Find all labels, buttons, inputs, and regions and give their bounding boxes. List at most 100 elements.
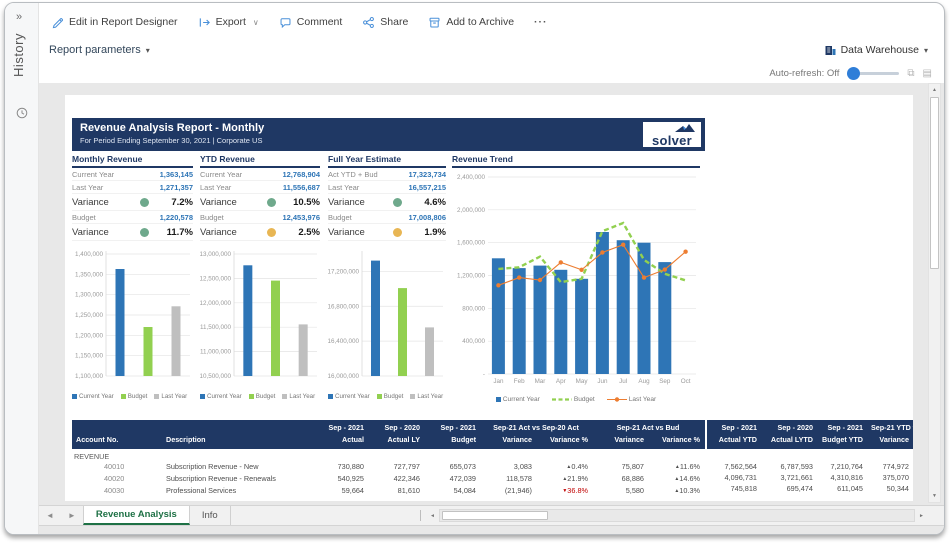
variance-value: 7.2% [149,197,193,208]
auto-refresh-toggle[interactable] [847,72,899,75]
table-cell[interactable]: 54,084 [424,485,480,497]
table-cell[interactable]: 422,346 [368,473,424,485]
open-in-window-icon[interactable]: ⧉ [907,68,914,79]
table-cell[interactable]: 81,610 [368,485,424,497]
table-cell[interactable]: 68,886 [592,473,648,485]
scrollbar-splitter[interactable] [420,510,424,521]
table-row[interactable]: 7,562,5646,787,5937,210,764774,972 [707,461,913,472]
scroll-right-icon[interactable]: ► [915,513,928,519]
svg-text:Jun: Jun [597,378,608,385]
vertical-scrollbar[interactable]: ▲ ▼ [928,83,941,503]
table-cell[interactable]: 695,474 [761,483,817,494]
table-cell[interactable]: 7,210,764 [817,461,867,472]
expand-sidebar-icon[interactable]: » [16,11,22,23]
report-parameters-dropdown[interactable]: Report parameters ▾ [49,44,150,56]
tab-nav-left-icon[interactable]: ◄ [39,506,61,525]
column-group-header: Sep - 2020 [368,422,424,434]
table-cell[interactable]: 730,880 [312,461,368,473]
table-row[interactable]: 40030Professional Services59,66481,61054… [72,485,705,497]
table-cell[interactable]: 7,562,564 [707,461,761,472]
data-source-selector[interactable]: Data Warehouse ▾ [825,44,928,56]
metric-value: 11,556,687 [283,183,320,192]
table-row[interactable]: 4,096,7313,721,6614,310,816375,070 [707,472,913,483]
column-group-header: Sep - 2021 [424,422,480,434]
kpi-card-title: YTD Revenue [200,154,320,168]
data-warehouse-icon [825,45,836,56]
svg-text:16,400,000: 16,400,000 [328,338,359,345]
comment-button[interactable]: Comment [279,16,343,29]
table-cell[interactable]: (21,946) [480,485,536,497]
kpi-variance-row: Variance11.7% [72,224,193,241]
table-cell[interactable]: 40010 [72,461,162,473]
table-cell[interactable]: 3,083 [480,461,536,473]
table-cell[interactable]: 540,925 [312,473,368,485]
table-cell[interactable]: 118,578 [480,473,536,485]
column-header: Budget [424,434,480,446]
table-cell[interactable]: 375,070 [867,472,913,483]
legend-item: Last Year [282,393,315,400]
parameters-panel-icon[interactable]: ▤ [923,68,932,79]
scroll-left-icon[interactable]: ◄ [426,513,439,519]
export-button[interactable]: Export ∨ [198,16,259,29]
add-to-archive-button[interactable]: Add to Archive [428,16,514,29]
table-cell[interactable]: 50,344 [867,483,913,494]
table-cell[interactable]: 40020 [72,473,162,485]
table-cell[interactable]: ▲10.3% [648,485,704,497]
table-cell[interactable]: ▲21.9% [536,473,592,485]
table-cell[interactable]: 3,721,661 [761,472,817,483]
table-cell[interactable]: 472,039 [424,473,480,485]
table-cell[interactable]: 774,972 [867,461,913,472]
column-group-header: Sep-21 Act vs Sep-20 Act [480,422,592,434]
table-cell[interactable]: 6,787,593 [761,461,817,472]
kpi-card-title: Full Year Estimate [328,154,446,168]
table-cell[interactable]: ▲14.6% [648,473,704,485]
solver-logo-text: solver [652,135,692,146]
table-cell[interactable]: Subscription Revenue - New [162,461,312,473]
horizontal-scrollbar[interactable]: ◄ ► [420,509,928,522]
kpi-metric-row: Budget12,453,976 [200,211,320,224]
comment-icon [279,16,292,29]
table-cell[interactable]: ▲0.4% [536,461,592,473]
table-row[interactable]: 745,818695,474611,04550,344 [707,483,913,494]
table-header: Sep - 2021Sep - 2020Sep - 2021Sep-21 Act… [72,420,705,449]
horizontal-scrollbar-thumb[interactable] [442,511,548,520]
vertical-scrollbar-thumb[interactable] [930,97,939,269]
table-cell[interactable]: Professional Services [162,485,312,497]
kpi-variance-row: Variance2.5% [200,224,320,241]
legend-item: Budget [377,393,404,400]
tab-nav-right-icon[interactable]: ► [61,506,83,525]
tab-revenue-analysis[interactable]: Revenue Analysis [83,506,190,525]
table-cell[interactable]: 611,045 [817,483,867,494]
table-cell[interactable]: 745,818 [707,483,761,494]
legend-item: Current Year [72,393,114,400]
share-button[interactable]: Share [362,16,408,29]
table-cell[interactable]: 655,073 [424,461,480,473]
scroll-up-icon[interactable]: ▲ [929,84,940,96]
table-cell[interactable]: 4,096,731 [707,472,761,483]
svg-text:16,000,000: 16,000,000 [328,373,359,380]
table-cell[interactable]: 75,807 [592,461,648,473]
table-cell[interactable]: Subscription Revenue - Renewals [162,473,312,485]
table-cell[interactable]: ▼36.8% [536,485,592,497]
svg-text:Aug: Aug [638,378,650,385]
table-cell[interactable]: 59,664 [312,485,368,497]
edit-in-report-designer-button[interactable]: Edit in Report Designer [51,16,178,29]
kpi-metric-row: Act YTD + Bud17,323,734 [328,168,446,181]
table-cell[interactable]: ▲11.6% [648,461,704,473]
toggle-knob[interactable] [847,67,860,80]
table-row[interactable]: 40010Subscription Revenue - New730,88072… [72,461,705,473]
svg-text:1,200,000: 1,200,000 [457,273,486,280]
tab-info[interactable]: Info [190,506,231,525]
horizontal-scrollbar-track[interactable] [439,509,915,522]
history-clock-icon [16,107,28,119]
history-label[interactable]: History [11,33,26,77]
table-cell[interactable]: 5,580 [592,485,648,497]
scroll-down-icon[interactable]: ▼ [929,490,940,502]
table-cell[interactable]: 40030 [72,485,162,497]
table-row[interactable]: 40020Subscription Revenue - Renewals540,… [72,473,705,485]
table-cell[interactable]: 4,310,816 [817,472,867,483]
column-header: Description [162,434,312,446]
more-options-button[interactable]: ··· [534,16,548,28]
svg-text:2,400,000: 2,400,000 [457,174,486,181]
table-cell[interactable]: 727,797 [368,461,424,473]
